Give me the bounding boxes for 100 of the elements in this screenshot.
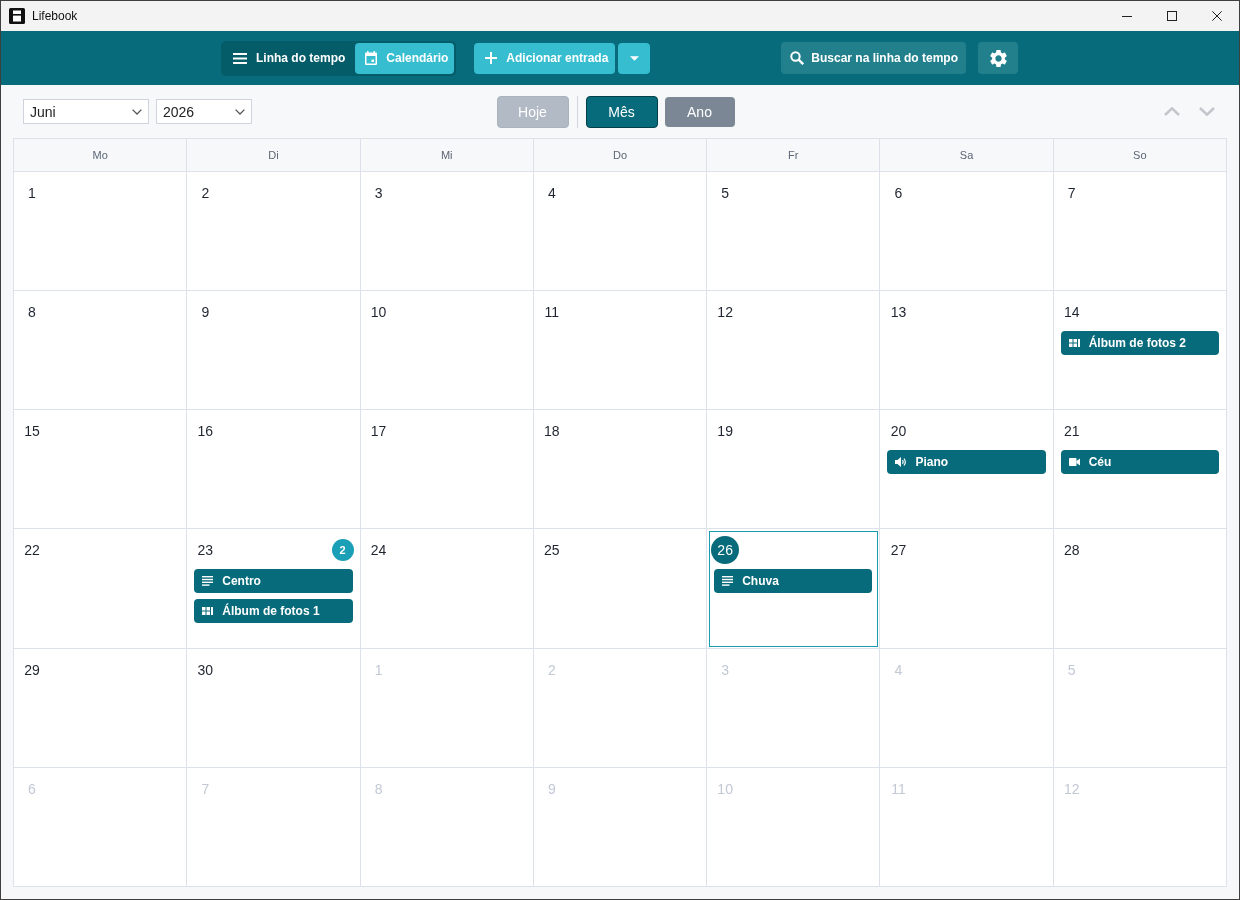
- day-number: 4: [893, 660, 904, 680]
- day-cell[interactable]: 13: [880, 291, 1054, 411]
- day-cell[interactable]: 4: [533, 172, 708, 292]
- day-cell[interactable]: 15: [14, 410, 188, 530]
- day-cell[interactable]: 26 Chuva: [707, 529, 881, 649]
- chevron-down-icon: [132, 108, 142, 115]
- day-number: 23: [196, 541, 215, 561]
- day-number: 8: [27, 303, 37, 323]
- day-number: 11: [890, 779, 907, 799]
- day-number: 19: [716, 422, 734, 442]
- day-number: 5: [720, 184, 731, 203]
- day-cell[interactable]: 17: [360, 410, 534, 530]
- day-number: 13: [889, 303, 908, 323]
- plus-icon: [485, 52, 498, 64]
- day-number: 29: [23, 660, 41, 680]
- caret-down-icon: [629, 55, 639, 61]
- day-cell[interactable]: 9: [187, 291, 361, 411]
- day-cell[interactable]: 22: [14, 529, 188, 649]
- day-cell[interactable]: 20 Piano: [880, 410, 1054, 530]
- day-number: 27: [889, 541, 908, 561]
- calendar-icon: [365, 51, 378, 65]
- month-select[interactable]: Juni: [23, 99, 149, 124]
- weekday-header: Mi: [360, 139, 534, 172]
- year-select[interactable]: 2026: [156, 99, 252, 124]
- weekday-header: So: [1053, 139, 1227, 172]
- day-cell[interactable]: 16: [187, 410, 361, 530]
- day-cell[interactable]: 7: [1053, 172, 1227, 292]
- settings-button[interactable]: [978, 42, 1018, 74]
- maximize-icon: [1166, 11, 1177, 21]
- day-cell[interactable]: 5: [707, 172, 881, 292]
- weekday-header: Mo: [14, 139, 188, 172]
- entry-chip[interactable]: Chuva: [714, 569, 873, 594]
- menu-icon: [233, 52, 247, 64]
- day-number: 21: [1062, 422, 1081, 442]
- weekday-header: Fr: [707, 139, 881, 172]
- day-cell[interactable]: 29: [14, 648, 188, 768]
- day-cell[interactable]: 30: [187, 648, 361, 768]
- day-cell[interactable]: 1: [14, 172, 188, 292]
- day-number: 15: [23, 422, 41, 442]
- day-cell[interactable]: 12: [707, 291, 881, 411]
- day-number: 8: [373, 779, 384, 799]
- view-mode-tab[interactable]: Ano: [664, 96, 735, 127]
- entry-chip[interactable]: Centro: [194, 569, 353, 594]
- day-number: 10: [369, 303, 388, 323]
- video-camera-icon: [1068, 457, 1080, 468]
- day-number: 12: [716, 303, 734, 323]
- day-cell[interactable]: 19: [707, 410, 881, 530]
- day-number: 24: [369, 541, 388, 561]
- day-number: 2: [200, 184, 211, 203]
- weekday-header: Di: [187, 139, 361, 172]
- weekday-header: Sa: [880, 139, 1054, 172]
- day-cell[interactable]: 14 Álbum de fotos 2: [1053, 291, 1227, 411]
- day-cell[interactable]: 6: [880, 172, 1054, 292]
- chevron-up-icon[interactable]: [1164, 107, 1180, 116]
- day-cell[interactable]: 21 Céu: [1053, 410, 1227, 530]
- entry-chip[interactable]: Piano: [887, 450, 1046, 475]
- day-cell[interactable]: 24: [360, 529, 534, 649]
- day-number: 12: [1062, 779, 1081, 799]
- day-number: 4: [546, 184, 557, 203]
- add-options-button[interactable]: [618, 42, 651, 74]
- day-number: 6: [893, 184, 904, 203]
- close-icon: [1211, 11, 1222, 21]
- chevron-down-icon: [235, 108, 245, 115]
- view-mode-tab[interactable]: Mês: [585, 95, 658, 128]
- settings-icon: [989, 49, 1007, 67]
- entry-chip[interactable]: Álbum de fotos 1: [194, 599, 353, 624]
- day-cell[interactable]: 3: [360, 172, 534, 292]
- window-title: Lifebook: [32, 9, 78, 23]
- day-number: 30: [196, 660, 215, 680]
- text-lines-icon: [202, 576, 214, 587]
- day-cell[interactable]: 23 2 Centro Álbum de fotos 1: [187, 529, 361, 649]
- day-number: 26: [711, 536, 740, 565]
- day-cell[interactable]: 8: [14, 291, 188, 411]
- grid-icon: [202, 606, 214, 617]
- day-cell[interactable]: 2: [187, 172, 361, 292]
- view-tab[interactable]: Linha do tempo: [223, 42, 352, 74]
- day-cell[interactable]: 28: [1053, 529, 1227, 649]
- day-cell[interactable]: 27: [880, 529, 1054, 649]
- app-logo-icon: [9, 8, 25, 24]
- day-cell[interactable]: 11: [533, 291, 708, 411]
- day-number: 9: [200, 303, 211, 323]
- day-number: 17: [369, 422, 388, 442]
- day-number: 9: [546, 779, 557, 799]
- chevron-down-icon[interactable]: [1199, 107, 1215, 116]
- day-number: 3: [720, 660, 731, 680]
- day-number: 1: [373, 660, 384, 680]
- day-number: 14: [1062, 303, 1081, 323]
- entry-chip[interactable]: Céu: [1060, 450, 1219, 475]
- day-cell[interactable]: 25: [533, 529, 708, 649]
- entry-chip[interactable]: Álbum de fotos 2: [1060, 331, 1219, 356]
- day-number: 25: [543, 541, 561, 561]
- day-number: 6: [27, 779, 37, 799]
- minimize-icon: [1121, 15, 1132, 17]
- day-cell[interactable]: 10: [360, 291, 534, 411]
- day-number: 5: [1066, 660, 1077, 680]
- day-number: 10: [716, 779, 734, 799]
- day-cell[interactable]: 18: [533, 410, 708, 530]
- weekday-header: Do: [533, 139, 708, 172]
- search-button[interactable]: Buscar na linha do tempo: [781, 42, 966, 74]
- day-number: 28: [1062, 541, 1081, 561]
